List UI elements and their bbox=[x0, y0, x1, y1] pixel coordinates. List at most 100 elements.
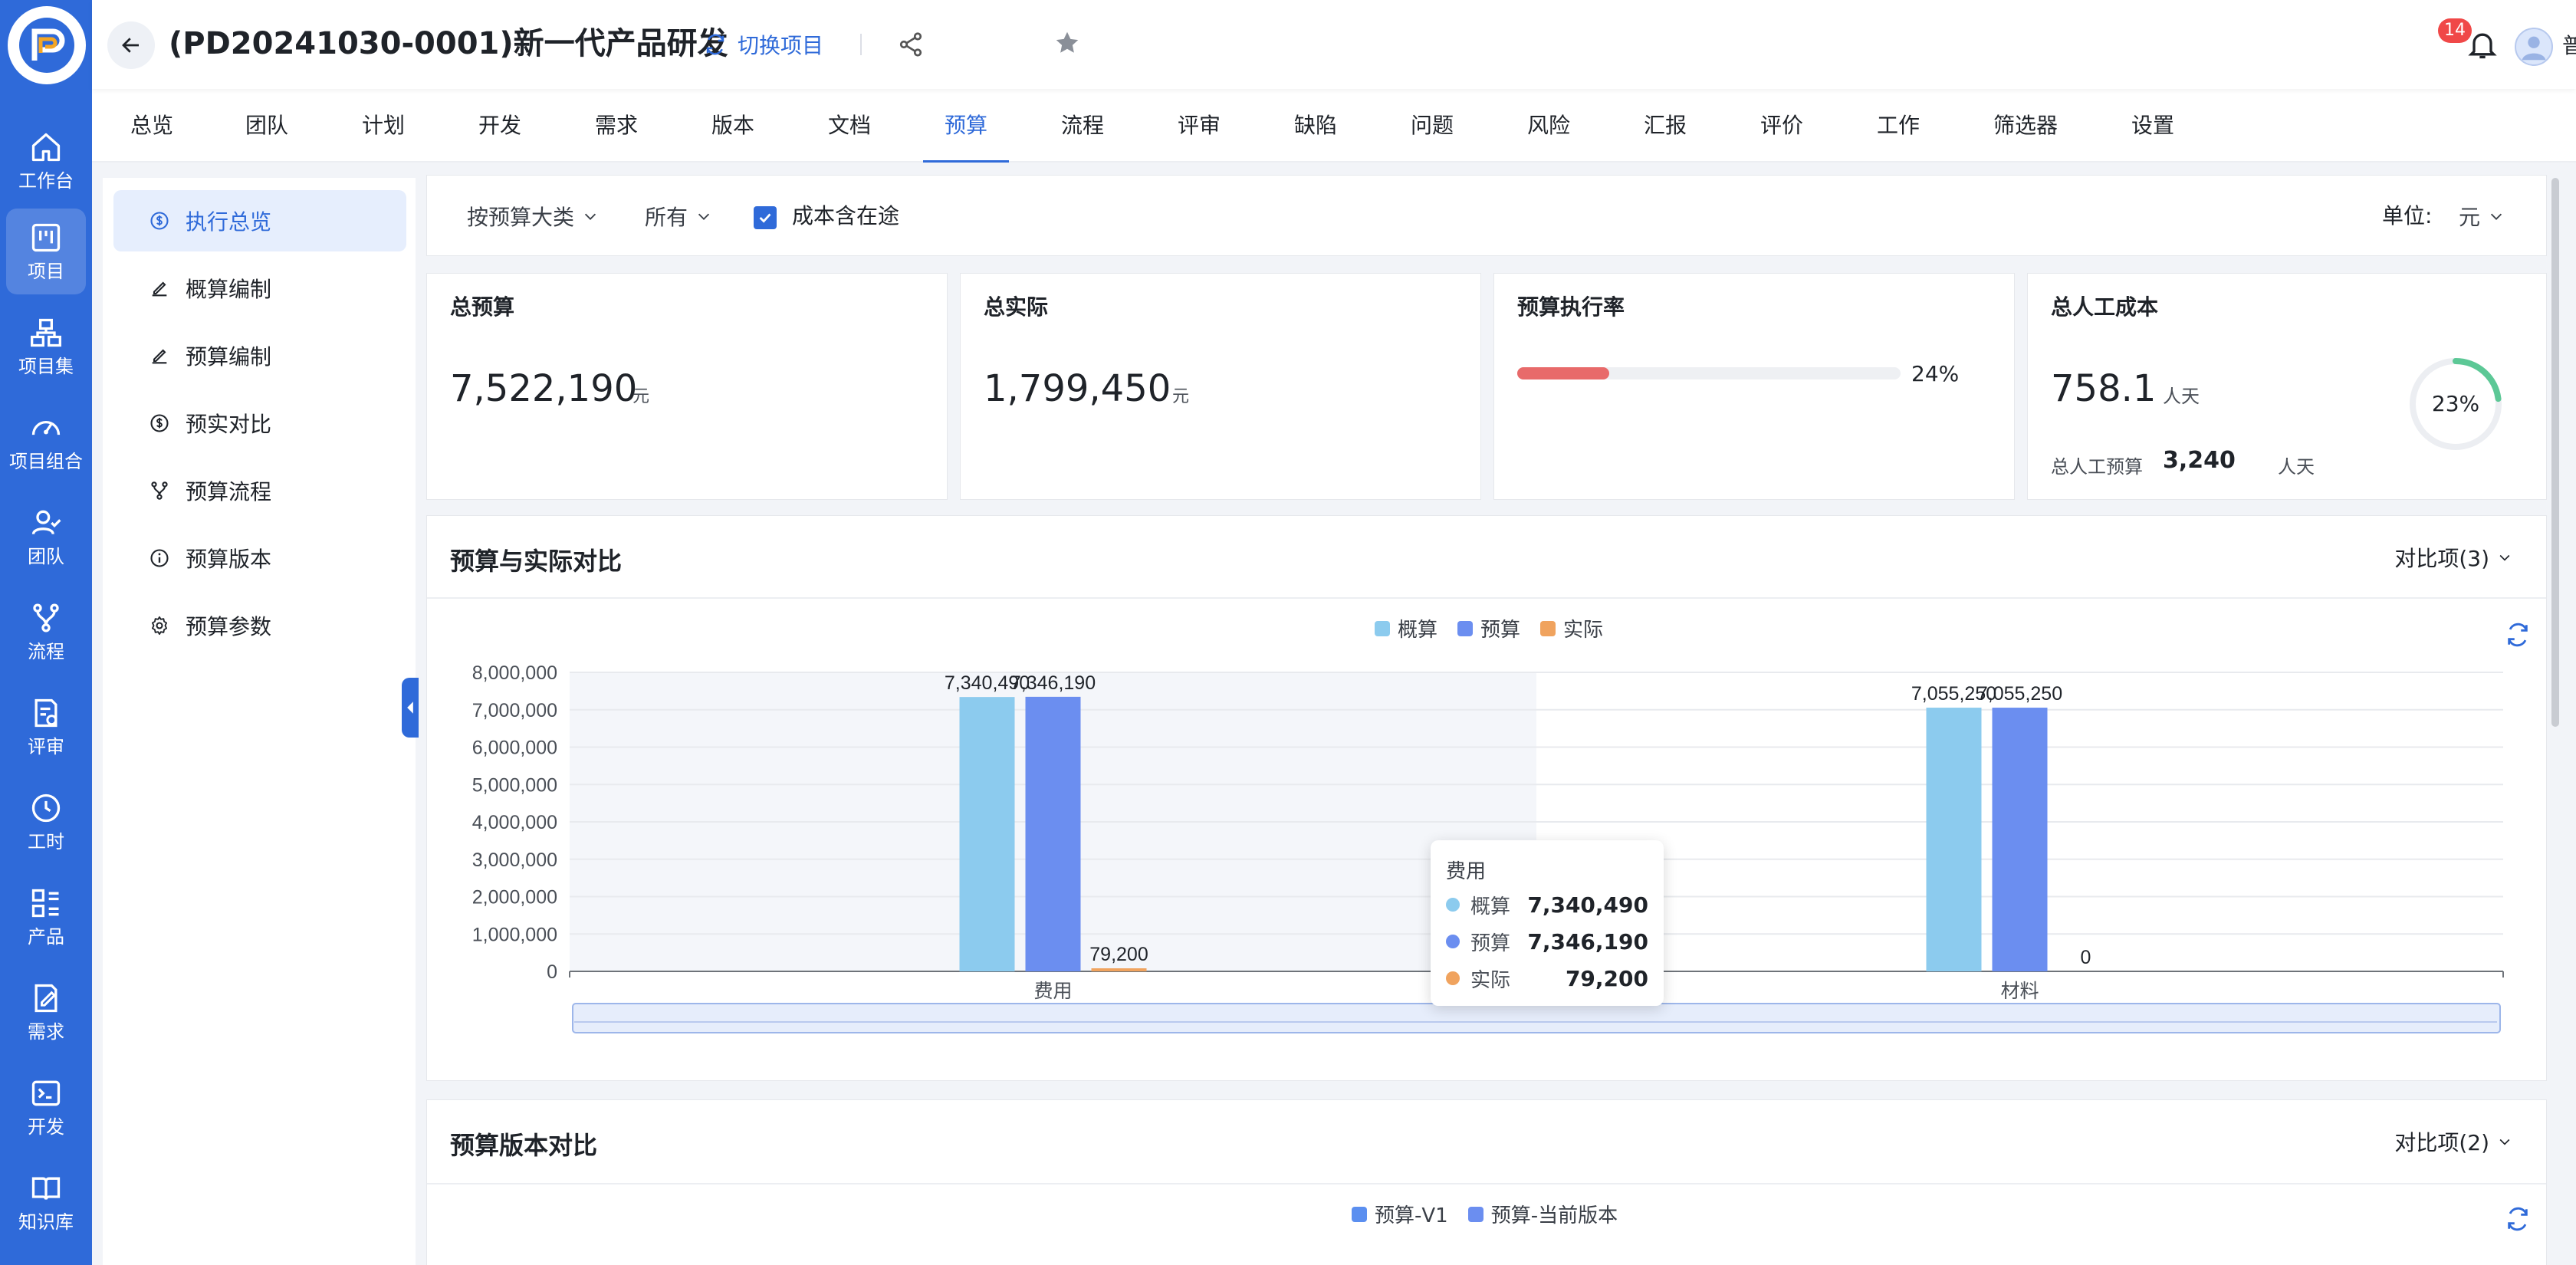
subnav-item-budget-version[interactable]: 预算版本 bbox=[113, 527, 406, 589]
labor-budget-unit: 人天 bbox=[2278, 456, 2315, 478]
subnav-label: 预算参数 bbox=[186, 614, 272, 639]
tab-plan[interactable]: 计划 bbox=[362, 89, 405, 163]
y-tick-label: 4,000,000 bbox=[472, 812, 557, 833]
scope-dropdown[interactable]: 所有 bbox=[645, 199, 712, 234]
execution-rate-card: 预算执行率 24% bbox=[1493, 273, 2015, 500]
back-button[interactable] bbox=[107, 21, 155, 69]
tab-issue[interactable]: 问题 bbox=[1411, 89, 1454, 163]
bar-value-label: 79,200 bbox=[1089, 944, 1148, 965]
legend-item[interactable]: 预算-V1 bbox=[1352, 1200, 1448, 1228]
nav-label: 项目集 bbox=[18, 356, 74, 377]
nav-item-product[interactable]: 产品 bbox=[6, 874, 86, 960]
subnav-item-execution-overview[interactable]: 执行总览 bbox=[113, 190, 406, 251]
nav-item-team[interactable]: 团队 bbox=[6, 494, 86, 580]
legend-label: 预算-V1 bbox=[1375, 1204, 1448, 1227]
dollar-circle-icon bbox=[150, 212, 169, 230]
tab-overview[interactable]: 总览 bbox=[130, 89, 173, 163]
nav-label: 团队 bbox=[28, 546, 64, 567]
nav-item-requirement[interactable]: 需求 bbox=[6, 969, 86, 1055]
tab-team[interactable]: 团队 bbox=[245, 89, 288, 163]
info-circle-icon bbox=[150, 549, 169, 567]
chart-refresh-icon[interactable] bbox=[2505, 1206, 2531, 1232]
chart-legend: 预算-V1 预算-当前版本 bbox=[1352, 1200, 1638, 1228]
legend-item[interactable]: 预算-当前版本 bbox=[1467, 1200, 1618, 1228]
nav-label: 项目组合 bbox=[9, 451, 83, 472]
subnav-item-budget-flow[interactable]: 预算流程 bbox=[113, 460, 406, 521]
tab-filter[interactable]: 筛选器 bbox=[1993, 89, 2058, 163]
nav-item-project[interactable]: 项目 bbox=[6, 209, 86, 294]
card-unit: 元 bbox=[632, 387, 650, 406]
tab-review[interactable]: 评审 bbox=[1178, 89, 1221, 163]
budget-subnav: 执行总览 概算编制 预算编制 预实对比 预算流程 预算版本 预算参数 bbox=[103, 178, 416, 1265]
share-icon[interactable] bbox=[897, 31, 925, 58]
compare-items-dropdown[interactable]: 对比项(2) bbox=[2394, 1126, 2512, 1157]
nav-item-review[interactable]: 评审 bbox=[6, 684, 86, 770]
x-tick-label: 费用 bbox=[1033, 981, 1072, 1002]
subnav-item-estimate-edit[interactable]: 概算编制 bbox=[113, 258, 406, 319]
tab-dev[interactable]: 开发 bbox=[478, 89, 521, 163]
tab-version[interactable]: 版本 bbox=[711, 89, 754, 163]
sidebar-collapse-handle[interactable] bbox=[402, 678, 419, 738]
tab-work[interactable]: 工作 bbox=[1877, 89, 1920, 163]
nav-label: 需求 bbox=[28, 1021, 64, 1043]
tab-evaluation[interactable]: 评价 bbox=[1760, 89, 1803, 163]
nav-item-portfolio[interactable]: 项目组合 bbox=[6, 399, 86, 485]
page-scrollbar-thumb[interactable] bbox=[2551, 178, 2559, 727]
bar-概算 bbox=[959, 697, 1015, 971]
data-zoom-slider[interactable] bbox=[572, 1003, 2501, 1033]
legend-label: 预算-当前版本 bbox=[1490, 1204, 1618, 1227]
tab-budget[interactable]: 预算 bbox=[923, 89, 1009, 164]
notification-badge: 14 bbox=[2438, 18, 2472, 43]
chevron-down-icon bbox=[2490, 213, 2502, 220]
subnav-item-budget-actual-compare[interactable]: 预实对比 bbox=[113, 393, 406, 454]
user-name[interactable]: 普明 bbox=[2562, 31, 2576, 61]
avatar[interactable] bbox=[2515, 28, 2553, 66]
tab-report[interactable]: 汇报 bbox=[1644, 89, 1687, 163]
nav-label: 流程 bbox=[28, 641, 64, 662]
tab-flow[interactable]: 流程 bbox=[1061, 89, 1104, 163]
total-actual-value: 1,799,450 bbox=[984, 367, 1171, 410]
total-actual-card: 总实际 1,799,450 元 bbox=[960, 273, 1481, 500]
refresh-icon bbox=[706, 34, 724, 55]
nav-item-workbench[interactable]: 工作台 bbox=[6, 118, 86, 204]
app-logo[interactable] bbox=[8, 6, 86, 84]
star-icon[interactable] bbox=[1053, 29, 1081, 57]
subnav-item-budget-params[interactable]: 预算参数 bbox=[113, 595, 406, 656]
edit-icon bbox=[152, 281, 167, 297]
nav-item-timesheet[interactable]: 工时 bbox=[6, 779, 86, 865]
tab-requirement[interactable]: 需求 bbox=[595, 89, 638, 163]
cost-in-transit-label[interactable]: 成本含在途 bbox=[792, 199, 899, 234]
gauge-icon bbox=[31, 421, 61, 435]
check-icon bbox=[759, 213, 771, 223]
tab-risk[interactable]: 风险 bbox=[1527, 89, 1570, 163]
requirement-icon bbox=[34, 984, 58, 1013]
nav-item-flow[interactable]: 流程 bbox=[6, 589, 86, 675]
nav-label: 开发 bbox=[28, 1116, 64, 1138]
group-by-dropdown[interactable]: 按预算大类 bbox=[467, 199, 599, 234]
subnav-label: 预算编制 bbox=[186, 344, 272, 370]
cost-in-transit-checkbox[interactable] bbox=[754, 206, 777, 229]
nav-item-program[interactable]: 项目集 bbox=[6, 304, 86, 389]
nav-label: 工时 bbox=[28, 831, 64, 853]
tab-defect[interactable]: 缺陷 bbox=[1294, 89, 1337, 163]
chart-tooltip: 费用 概算 7,340,490 预算 7,346,190 实际 79,200 bbox=[1431, 840, 1664, 1006]
card-unit: 人天 bbox=[2163, 386, 2200, 407]
branch-icon bbox=[151, 481, 168, 500]
tab-docs[interactable]: 文档 bbox=[828, 89, 871, 163]
unit-dropdown[interactable]: 元 bbox=[2459, 199, 2505, 234]
nav-item-dev[interactable]: 开发 bbox=[6, 1064, 86, 1150]
tooltip-dot bbox=[1446, 935, 1460, 948]
nav-item-knowledge[interactable]: 知识库 bbox=[6, 1159, 86, 1245]
tooltip-series-value: 79,200 bbox=[1565, 965, 1648, 991]
bar-实际 bbox=[1091, 968, 1147, 971]
left-navigation: 工作台 项目 项目集 项目组合 团队 流程 评审 工时 产品 需求 开发 知识库 bbox=[0, 0, 92, 1265]
caret-left-icon bbox=[407, 702, 413, 714]
subnav-item-budget-edit[interactable]: 预算编制 bbox=[113, 325, 406, 386]
unit-label: 单位: bbox=[2382, 203, 2433, 228]
tab-settings[interactable]: 设置 bbox=[2131, 89, 2174, 163]
subnav-label: 预算版本 bbox=[186, 547, 272, 572]
switch-project-button[interactable]: 切换项目 bbox=[704, 28, 823, 61]
flow-icon bbox=[33, 603, 59, 632]
bar-value-label: 7,055,250 bbox=[1977, 683, 2062, 705]
bar-概算 bbox=[1926, 708, 1982, 971]
